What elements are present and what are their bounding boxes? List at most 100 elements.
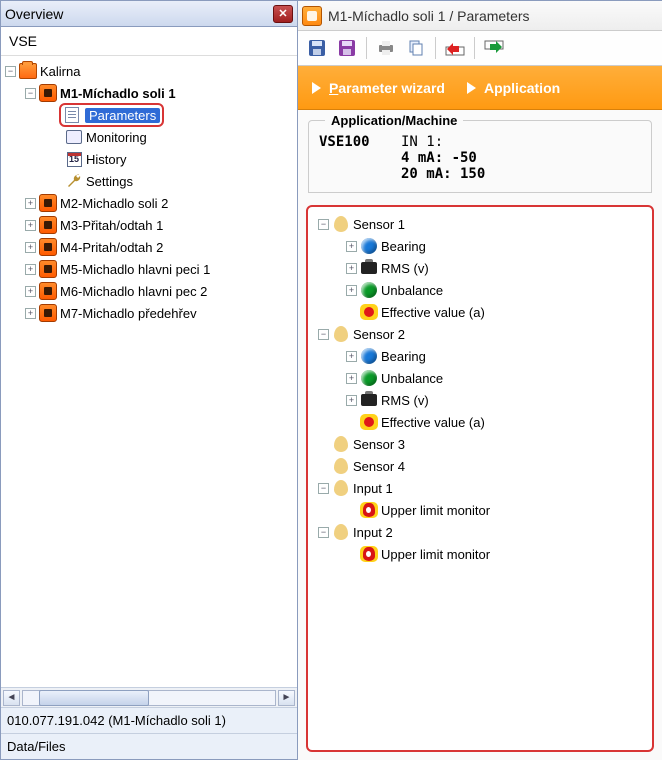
upload-button[interactable] [444,37,466,59]
expander-icon[interactable]: + [25,220,36,231]
application-machine-panel: Application/Machine VSE100 IN 1: 4 mA: -… [308,120,652,193]
save-button[interactable] [306,37,328,59]
sensor-tree-child-label: RMS (v) [381,393,429,408]
folder-icon [19,63,37,79]
tree-m1[interactable]: − M1-Míchadlo soli 1 [3,82,295,104]
sensor-tree-item-label: Input 1 [353,481,393,496]
expander-icon[interactable]: + [346,241,357,252]
expander-spacer [346,549,357,560]
application-button[interactable]: Application [467,80,560,96]
expander-icon[interactable]: + [346,285,357,296]
overview-tree: − Kalirna − M1-Míchadlo soli 1 Parameter… [1,56,297,687]
sensor-tree-item[interactable]: −Input 2 [312,521,648,543]
sensor-tree-child-label: Bearing [381,349,426,364]
tree-module[interactable]: +M5-Michadlo hlavni peci 1 [3,258,295,280]
play-icon [312,82,321,94]
tree-module-label: M7-Michadlo předehřev [60,306,197,321]
sensor-tree-item[interactable]: − Sensor 2 [312,323,648,345]
sensor-tree-child-label: Effective value (a) [381,305,485,320]
overview-titlebar: Overview ✕ [1,1,297,27]
expander-icon[interactable]: + [25,264,36,275]
sensor-tree-item[interactable]: − Input 1 [312,477,648,499]
sensor-icon [334,326,348,342]
expander-icon[interactable]: + [25,242,36,253]
module-icon [39,282,57,300]
tree-module[interactable]: +M3-Přitah/odtah 1 [3,214,295,236]
sensor-tree-child-label: Upper limit monitor [381,547,490,562]
tree-root[interactable]: − Kalirna [3,60,295,82]
expander-icon[interactable]: + [346,395,357,406]
scroll-right-arrow-icon[interactable]: ► [278,690,295,706]
scroll-left-arrow-icon[interactable]: ◄ [3,690,20,706]
sensor-tree-child[interactable]: + Bearing [312,345,648,367]
sensor-tree-item[interactable]: Sensor 4 [312,455,648,477]
tree-module[interactable]: + M7-Michadlo předehřev [3,302,295,324]
upload-arrow-icon [445,39,465,57]
sensor-tree-child[interactable]: Effective value (a) [312,411,648,433]
expander-icon[interactable]: − [25,88,36,99]
scroll-track[interactable] [22,690,276,706]
tree-module[interactable]: + M6-Michadlo hlavni pec 2 [3,280,295,302]
scroll-thumb[interactable] [39,690,149,706]
toolbar-separator [435,37,436,59]
sensor-tree-child[interactable]: + Unbalance [312,367,648,389]
tree-m1-history[interactable]: 15 History [3,148,295,170]
sensor-tree-child[interactable]: + Unbalance [312,279,648,301]
sensor-icon [334,436,348,452]
sensor-tree-item[interactable]: Sensor 3 [312,433,648,455]
sensor-tree-child[interactable]: Upper limit monitor [312,499,648,521]
sensor-tree-child[interactable]: Effective value (a) [312,301,648,323]
tree-module[interactable]: +M2-Michadlo soli 2 [3,192,295,214]
expander-icon[interactable]: + [25,286,36,297]
download-button[interactable] [483,37,505,59]
sensor-tree-child-label: Unbalance [381,371,443,386]
expander-icon[interactable]: + [346,351,357,362]
wrench-icon [65,172,83,190]
tree-module-label: M4-Pritah/odtah 2 [60,240,163,255]
app-model: VSE100 [319,134,387,150]
sensor-icon [334,480,348,496]
save-as-button[interactable] [336,37,358,59]
application-label: Application [484,80,560,96]
expander-icon[interactable]: − [318,483,329,494]
tree-m1-monitoring-label: Monitoring [86,130,147,145]
sensor-tree-child[interactable]: + RMS (v) [312,389,648,411]
parameters-titlebar: M1-Míchadlo soli 1 / Parameters [298,1,662,31]
expander-icon[interactable]: + [25,308,36,319]
tree-m1-monitoring[interactable]: Monitoring [3,126,295,148]
module-icon [39,304,57,322]
expander-icon[interactable]: − [5,66,16,77]
sensor-tree-child-label: Unbalance [381,283,443,298]
tree-module[interactable]: + M4-Pritah/odtah 2 [3,236,295,258]
expander-icon[interactable]: − [318,219,329,230]
close-button[interactable]: ✕ [273,5,293,23]
sensor-tree-item[interactable]: − Sensor 1 [312,213,648,235]
sensor-tree-item-label: Sensor 4 [353,459,405,474]
sensor-tree-item-label: Sensor 2 [353,327,405,342]
effective-value-icon [360,414,378,430]
sensor-tree-child[interactable]: +RMS (v) [312,257,648,279]
printer-icon [377,39,395,57]
monitor-icon [66,130,82,144]
expander-icon[interactable]: + [25,198,36,209]
tree-m1-settings[interactable]: Settings [3,170,295,192]
tree-m1-history-label: History [86,152,126,167]
sensor-tree-item-label: Sensor 1 [353,217,405,232]
tree-module-label: M6-Michadlo hlavni pec 2 [60,284,207,299]
sensor-tree-child[interactable]: Upper limit monitor [312,543,648,565]
sensor-tree-child[interactable]: +Bearing [312,235,648,257]
sensor-icon [334,458,348,474]
parameter-wizard-button[interactable]: Parameter wizard [312,80,445,96]
copy-button[interactable] [405,37,427,59]
expander-icon[interactable]: + [346,373,357,384]
expander-icon[interactable]: − [318,527,329,538]
expander-icon[interactable]: + [346,263,357,274]
sensor-icon [334,216,348,232]
download-arrow-icon [484,39,504,57]
limit-monitor-icon [360,502,378,518]
tree-m1-parameters[interactable]: Parameters [3,104,295,126]
expander-icon[interactable]: − [318,329,329,340]
horizontal-scrollbar[interactable]: ◄ ► [1,687,297,707]
print-button[interactable] [375,37,397,59]
expander-spacer [346,417,357,428]
